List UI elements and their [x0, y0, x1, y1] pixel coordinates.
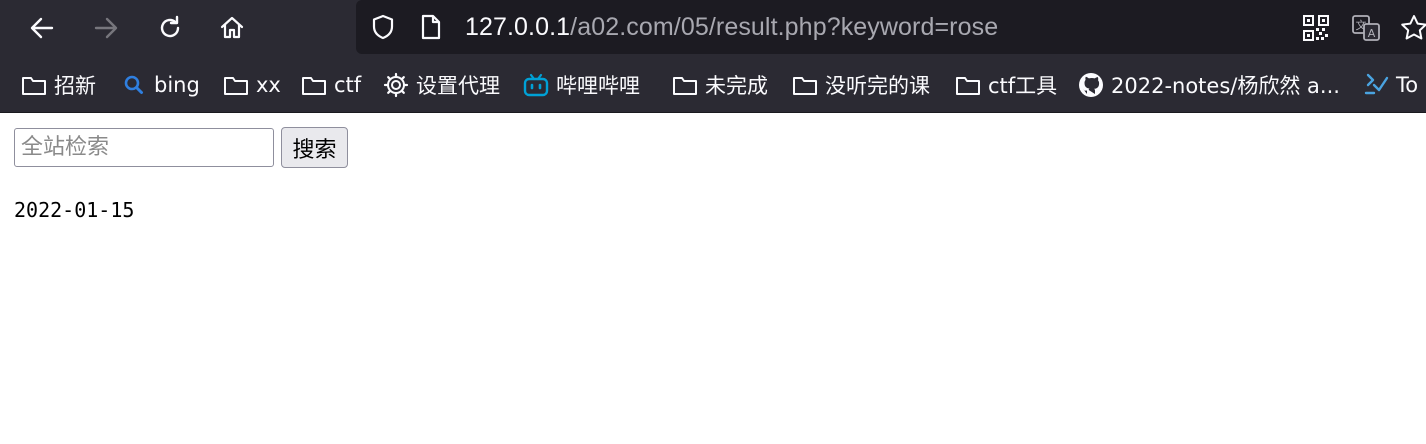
folder-icon — [20, 71, 48, 99]
browser-toolbar: 127.0.0.1/a02.com/05/result.php?keyword=… — [0, 0, 1426, 56]
shield-icon — [372, 14, 394, 40]
bookmark-proxy-settings[interactable]: 设置代理 — [382, 70, 500, 100]
bookmark-folder-ctf-tools[interactable]: ctf工具 — [954, 70, 1057, 100]
tracking-protection-button[interactable] — [368, 12, 398, 42]
bookmark-folder-zhaoxin[interactable]: 招新 — [20, 70, 96, 100]
arrow-right-icon — [94, 17, 118, 39]
back-button[interactable] — [22, 8, 62, 48]
bookmark-label: 哔哩哔哩 — [556, 74, 640, 98]
reload-button[interactable] — [150, 8, 190, 48]
bookmark-label: ctf — [334, 73, 362, 97]
home-icon — [220, 16, 244, 39]
bookmark-label: ctf工具 — [988, 74, 1058, 98]
result-date: 2022-01-15 — [14, 198, 135, 222]
bookmark-label: xx — [256, 73, 281, 97]
site-search-input[interactable] — [14, 128, 274, 167]
bookmark-folder-unfinished[interactable]: 未完成 — [671, 70, 768, 100]
bookmark-folder-unheard-lessons[interactable]: 没听完的课 — [791, 70, 930, 100]
bookmark-label: 招新 — [54, 74, 96, 98]
bilibili-icon — [522, 71, 550, 99]
folder-icon — [671, 71, 699, 99]
bookmark-folder-ctf[interactable]: ctf — [300, 70, 361, 100]
url-text[interactable]: 127.0.0.1/a02.com/05/result.php?keyword=… — [465, 11, 998, 43]
page-content: 搜索 2022-01-15 — [0, 114, 1426, 444]
bookmark-bilibili[interactable]: 哔哩哔哩 — [522, 70, 640, 100]
bookmarks-toolbar: 招新 bing xx ctf 设置代理 哔哩哔哩 未完成 没听完的课 ctf工具… — [0, 56, 1426, 113]
search-button[interactable]: 搜索 — [281, 127, 348, 168]
bookmark-folder-xx[interactable]: xx — [222, 70, 281, 100]
home-button[interactable] — [212, 8, 252, 48]
star-icon — [1401, 15, 1426, 40]
bookmark-label: 设置代理 — [416, 74, 500, 98]
gear-icon — [382, 71, 410, 99]
qr-code-button[interactable] — [1300, 12, 1332, 44]
bookmark-github-notes[interactable]: 2022-notes/杨欣然 a... — [1077, 70, 1340, 100]
folder-icon — [954, 71, 982, 99]
forward-button[interactable] — [86, 8, 126, 48]
github-icon — [1077, 71, 1105, 99]
translate-icon: 文 A — [1352, 15, 1380, 41]
bookmark-label: 没听完的课 — [825, 74, 930, 98]
reload-icon — [160, 15, 180, 38]
todo-icon — [1362, 71, 1390, 99]
bookmark-label: bing — [154, 73, 200, 97]
folder-icon — [791, 71, 819, 99]
bookmark-star-button[interactable] — [1398, 12, 1426, 44]
arrow-left-icon — [30, 17, 54, 39]
bookmark-label: 未完成 — [705, 74, 768, 98]
page-icon — [421, 14, 441, 40]
folder-icon — [300, 71, 328, 99]
qr-code-icon — [1303, 15, 1329, 41]
bing-search-icon — [120, 71, 148, 99]
svg-text:A: A — [1368, 27, 1376, 40]
url-host: 127.0.0.1 — [465, 13, 571, 41]
bookmark-bing[interactable]: bing — [120, 70, 200, 100]
translate-button[interactable]: 文 A — [1350, 12, 1382, 44]
bookmark-label: 2022-notes/杨欣然 a... — [1111, 74, 1340, 98]
site-info-button[interactable] — [416, 12, 446, 42]
bookmark-todo[interactable]: To — [1362, 70, 1418, 100]
folder-icon — [222, 71, 250, 99]
url-path: /a02.com/05/result.php?keyword=rose — [570, 13, 999, 41]
bookmark-label: To — [1396, 73, 1419, 97]
